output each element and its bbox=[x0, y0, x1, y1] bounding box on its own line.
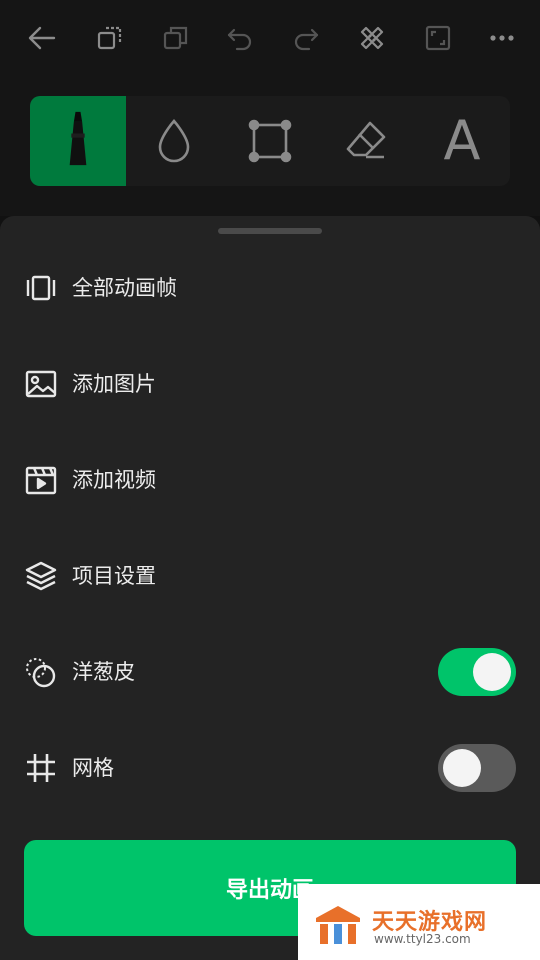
onion-skin-icon bbox=[24, 655, 58, 689]
fill-tool[interactable] bbox=[126, 96, 222, 186]
tool-palette: A bbox=[30, 96, 510, 186]
grid-toggle[interactable] bbox=[438, 744, 516, 792]
pen-icon bbox=[69, 111, 87, 166]
onion-skin-toggle[interactable] bbox=[438, 648, 516, 696]
eraser-icon bbox=[346, 121, 386, 159]
frames-icon bbox=[24, 271, 58, 305]
fullscreen-icon[interactable] bbox=[418, 18, 458, 58]
menu-label: 全部动画帧 bbox=[72, 276, 177, 300]
more-icon[interactable] bbox=[482, 18, 522, 58]
tool-row: A bbox=[0, 76, 540, 216]
text-tool-icon: A bbox=[443, 109, 481, 172]
menu-item-onion-skin: 洋葱皮 bbox=[0, 624, 540, 720]
fill-drop-icon bbox=[158, 119, 190, 163]
menu-label: 洋葱皮 bbox=[72, 660, 135, 684]
menu-item-add-image[interactable]: 添加图片 bbox=[0, 336, 540, 432]
grid-icon bbox=[24, 751, 58, 785]
menu-label: 项目设置 bbox=[72, 564, 156, 588]
menu-label: 添加图片 bbox=[72, 372, 156, 396]
text-tool[interactable]: A bbox=[414, 96, 510, 186]
menu-item-all-frames[interactable]: 全部动画帧 bbox=[0, 240, 540, 336]
menu-label: 网格 bbox=[72, 756, 114, 780]
bottom-sheet: 全部动画帧 添加图片 添加视频 项目设置 洋葱皮 网格 导出动画 bbox=[0, 216, 540, 960]
transform-tool[interactable] bbox=[222, 96, 318, 186]
toggle-knob bbox=[473, 653, 511, 691]
sheet-grabber[interactable] bbox=[218, 228, 322, 234]
menu-item-project-settings[interactable]: 项目设置 bbox=[0, 528, 540, 624]
ruler-pencil-icon[interactable] bbox=[352, 18, 392, 58]
watermark-logo-icon bbox=[316, 906, 360, 944]
transform-icon bbox=[248, 119, 292, 163]
toggle-knob bbox=[443, 749, 481, 787]
video-icon bbox=[24, 463, 58, 497]
image-icon bbox=[24, 367, 58, 401]
pen-tool[interactable] bbox=[30, 96, 126, 186]
undo-icon[interactable] bbox=[220, 18, 260, 58]
layers-icon bbox=[24, 559, 58, 593]
menu-item-add-video[interactable]: 添加视频 bbox=[0, 432, 540, 528]
top-toolbar bbox=[0, 0, 540, 76]
back-arrow-icon[interactable] bbox=[22, 18, 62, 58]
copy-icon[interactable] bbox=[156, 18, 196, 58]
eraser-tool[interactable] bbox=[318, 96, 414, 186]
watermark-url: www.ttyl23.com bbox=[374, 932, 471, 946]
redo-icon[interactable] bbox=[286, 18, 326, 58]
menu-item-grid: 网格 bbox=[0, 720, 540, 816]
watermark: 天天游戏网 www.ttyl23.com bbox=[298, 884, 540, 960]
duplicate-layer-icon[interactable] bbox=[90, 18, 130, 58]
menu-label: 添加视频 bbox=[72, 468, 156, 492]
